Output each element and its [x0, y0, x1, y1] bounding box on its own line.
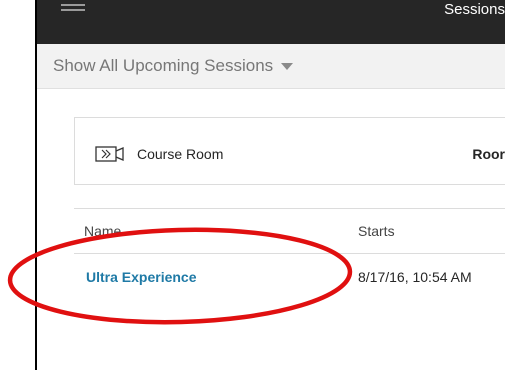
session-filter-dropdown[interactable]: Show All Upcoming Sessions	[37, 44, 505, 89]
top-navigation-bar: Sessions	[37, 0, 505, 44]
course-room-card[interactable]: Course Room Roor	[74, 117, 505, 185]
sessions-table-header: Name Starts	[74, 208, 505, 254]
hamburger-menu-icon[interactable]	[61, 4, 85, 16]
course-room-join-link[interactable]: Roor	[472, 146, 505, 162]
column-header-starts[interactable]: Starts	[358, 223, 395, 239]
filter-label: Show All Upcoming Sessions	[53, 56, 274, 75]
column-header-name[interactable]: Name	[84, 223, 121, 239]
video-camera-icon	[95, 146, 124, 162]
course-room-name: Course Room	[137, 146, 224, 162]
page-title: Sessions	[444, 1, 505, 18]
table-row[interactable]: Ultra Experience 8/17/16, 10:54 AM	[74, 254, 505, 300]
session-name-link[interactable]: Ultra Experience	[86, 269, 197, 285]
session-start-time: 8/17/16, 10:54 AM	[358, 269, 472, 285]
caret-down-icon	[281, 62, 294, 70]
